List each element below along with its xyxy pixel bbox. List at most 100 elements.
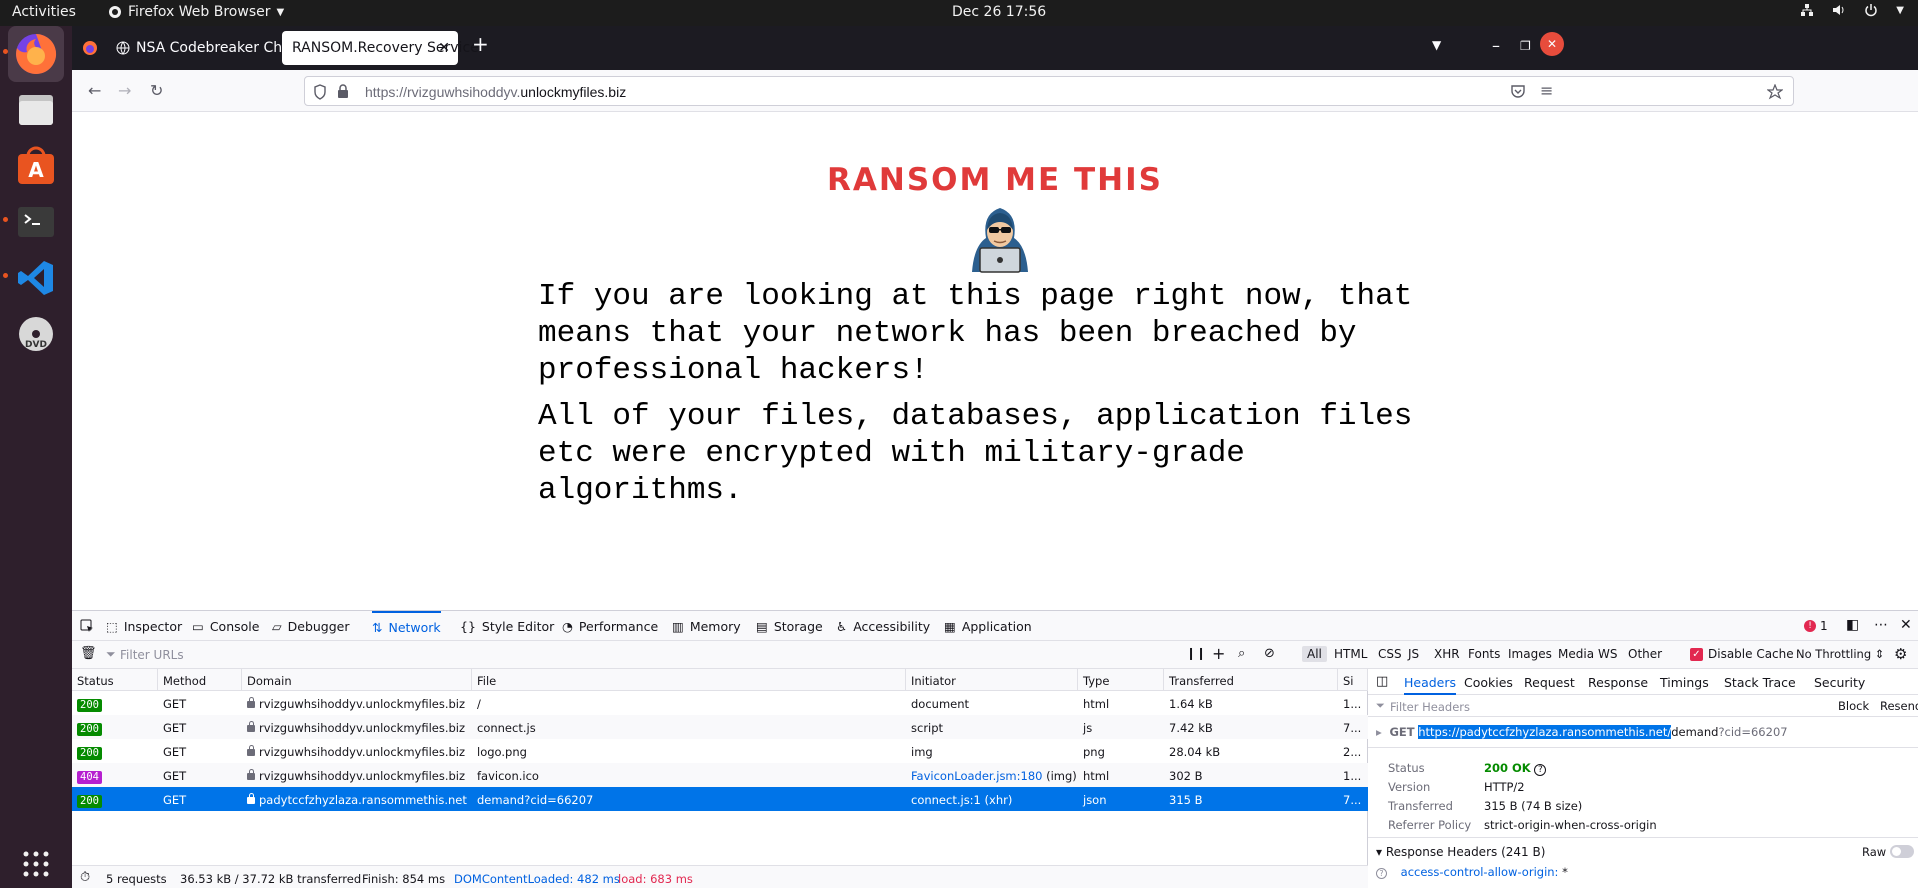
close-icon[interactable]: ✕ [1900, 617, 1912, 633]
request-url-selected[interactable]: https://padytccfzhyzlaza.ransommethis.ne… [1418, 725, 1672, 739]
filter-xhr[interactable]: XHR [1434, 647, 1460, 661]
new-tab-button[interactable]: + [472, 32, 489, 56]
clock[interactable]: Dec 26 17:56 [952, 4, 1046, 20]
tab-stack-trace[interactable]: Stack Trace [1724, 669, 1796, 695]
dock-app-center[interactable]: A [8, 138, 64, 194]
tab-cookies[interactable]: Cookies [1464, 669, 1513, 695]
app-menu[interactable]: Firefox Web Browser ▼ [108, 4, 284, 20]
column-header[interactable]: Status [72, 669, 158, 691]
filter-all[interactable]: All [1302, 646, 1327, 662]
tab-application[interactable]: ▦ Application [944, 611, 1032, 641]
firefox-view-icon[interactable] [82, 40, 98, 56]
tab-response[interactable]: Response [1588, 669, 1648, 695]
dock-terminal[interactable] [8, 194, 64, 250]
list-tabs-button[interactable]: ▼ [1432, 38, 1441, 52]
column-header[interactable]: Si [1338, 669, 1368, 691]
raw-toggle[interactable] [1890, 845, 1914, 858]
table-row[interactable]: 404 GET rvizguwhsihoddyv.unlockmyfiles.b… [72, 763, 1368, 787]
tab-accessibility[interactable]: ♿ Accessibility [836, 611, 930, 641]
lock-icon[interactable] [337, 84, 349, 99]
filter-ws[interactable]: WS [1598, 647, 1617, 661]
dock-files[interactable] [8, 82, 64, 138]
tab-inspector[interactable]: ⬚ Inspector [106, 611, 182, 641]
tab-memory[interactable]: ▥ Memory [672, 611, 741, 641]
tab-headers[interactable]: Headers [1404, 669, 1457, 695]
filter-other[interactable]: Other [1628, 647, 1662, 661]
tab-ransom-recovery[interactable]: RANSOM.Recovery Service ✕ [282, 31, 479, 65]
settings-gear-icon[interactable]: ⚙ [1894, 645, 1907, 663]
show-apps-button[interactable] [8, 836, 64, 888]
tab-console[interactable]: ▭ Console [192, 611, 259, 641]
stopwatch-icon[interactable]: ⏱ [80, 870, 90, 885]
element-picker-icon[interactable] [80, 619, 94, 633]
add-icon[interactable]: + [1212, 644, 1225, 663]
filter-html[interactable]: HTML [1334, 647, 1367, 661]
throttling-select[interactable]: No Throttling ⇕ [1796, 647, 1884, 661]
tab-debugger[interactable]: ▱ Debugger [272, 611, 350, 641]
filter-headers-input[interactable]: Filter Headers [1390, 700, 1470, 714]
column-header[interactable]: Initiator [906, 669, 1078, 691]
tab-timings[interactable]: Timings [1660, 669, 1709, 695]
column-header[interactable]: Transferred [1164, 669, 1338, 691]
help-icon[interactable]: ? [1376, 868, 1387, 879]
back-button[interactable]: ← [88, 81, 101, 100]
column-header[interactable]: File [472, 669, 906, 691]
dock-dvd[interactable]: DVD [8, 306, 64, 362]
dock-firefox[interactable] [8, 26, 64, 82]
column-header[interactable]: Type [1078, 669, 1164, 691]
error-counter[interactable]: ! 1 [1804, 619, 1828, 633]
expand-arrow-icon[interactable]: ▸ [1376, 725, 1382, 739]
more-options-icon[interactable]: ⋯ [1874, 617, 1888, 633]
restore-button[interactable]: ❐ [1520, 39, 1531, 53]
dock-side-icon[interactable]: ◧ [1846, 617, 1859, 633]
tab-network[interactable]: ⇅ Network [372, 611, 441, 641]
tab-request[interactable]: Request [1524, 669, 1575, 695]
forward-button[interactable]: → [118, 81, 131, 100]
system-tray[interactable]: ▼ [1800, 3, 1904, 17]
dock-vscode[interactable] [8, 250, 64, 306]
column-header[interactable]: Method [158, 669, 242, 691]
filter-media[interactable]: Media [1558, 647, 1594, 661]
tab-storage[interactable]: ▤ Storage [756, 611, 823, 641]
trash-icon[interactable]: 🗑 [80, 646, 97, 661]
close-icon[interactable]: ✕ [438, 40, 450, 56]
window-close-button[interactable]: ✕ [1540, 32, 1564, 56]
block-icon[interactable]: ⊘ [1264, 646, 1275, 661]
minimize-button[interactable]: – [1492, 36, 1500, 55]
devtools-panel: ⬚ Inspector ▭ Console ▱ Debugger ⇅ Network {… [72, 610, 1918, 888]
tab-style-editor[interactable]: {} Style Editor [460, 611, 554, 641]
tab-security[interactable]: Security [1814, 669, 1865, 695]
table-row[interactable]: 200 GET rvizguwhsihoddyv.unlockmyfiles.b… [72, 691, 1368, 715]
column-header[interactable]: Domain [242, 669, 472, 691]
table-row-selected[interactable]: 200 GET padytccfzhyzlaza.ransommethis.ne… [72, 787, 1368, 811]
file-cell: connect.js [477, 721, 536, 735]
tab-performance[interactable]: ◔ Performance [562, 611, 658, 641]
app-center-icon: A [18, 146, 54, 184]
star-icon[interactable] [1767, 84, 1783, 100]
pocket-icon[interactable] [1510, 83, 1526, 99]
filter-images[interactable]: Images [1508, 647, 1552, 661]
table-row[interactable]: 200 GET rvizguwhsihoddyv.unlockmyfiles.b… [72, 739, 1368, 763]
disable-cache-checkbox[interactable]: ✓ [1690, 648, 1703, 661]
activities-button[interactable]: Activities [12, 4, 76, 20]
filter-fonts[interactable]: Fonts [1468, 647, 1500, 661]
block-button[interactable]: Block [1838, 699, 1869, 713]
table-row[interactable]: 200 GET rvizguwhsihoddyv.unlockmyfiles.b… [72, 715, 1368, 739]
disable-cache-label: Disable Cache [1708, 647, 1794, 661]
url-bar[interactable]: https://rvizguwhsihoddyv.unlockmyfiles.b… [304, 76, 1794, 106]
resend-button[interactable]: Resend [1880, 699, 1918, 713]
help-icon[interactable]: ? [1534, 764, 1547, 776]
status-value: 200 OK ? [1484, 761, 1547, 776]
filter-urls-input[interactable]: Filter URLs [120, 648, 184, 662]
filter-css[interactable]: CSS [1378, 647, 1402, 661]
filter-js[interactable]: JS [1408, 647, 1419, 661]
search-icon[interactable]: ⌕ [1238, 646, 1245, 661]
sidebar-toggle-icon[interactable]: ◫ [1376, 674, 1388, 689]
response-headers-section[interactable]: ▾ Response Headers (241 B) [1376, 845, 1545, 859]
shield-icon[interactable] [313, 84, 327, 100]
reload-button[interactable]: ↻ [150, 81, 163, 100]
size-cell: 1... [1343, 769, 1362, 783]
initiator-link[interactable]: FaviconLoader.jsm:180 [911, 769, 1042, 783]
menu-button[interactable]: ≡ [1540, 81, 1553, 100]
pause-icon[interactable]: ❙❙ [1186, 646, 1206, 660]
